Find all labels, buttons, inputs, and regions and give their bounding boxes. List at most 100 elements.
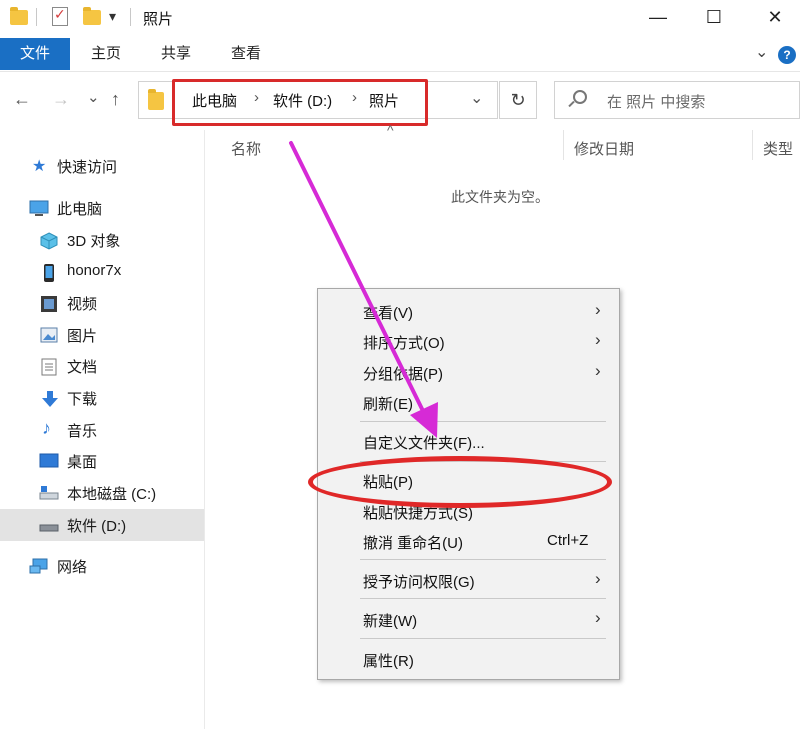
menu-item-customize-folder[interactable]: 自定义文件夹(F)... [318,427,619,457]
star-icon: ★ [32,158,47,175]
document-icon [41,358,59,376]
sidebar-item-drive-d[interactable]: 软件 (D:) [0,509,205,541]
film-icon [40,295,58,312]
menu-item-label: 撤消 重命名(U) [363,535,463,552]
menu-item-paste[interactable]: 粘贴(P) [318,466,619,496]
minimize-button[interactable]: — [635,0,681,34]
sidebar-item-label: 本地磁盘 (C:) [67,486,157,503]
recent-locations-dropdown[interactable]: ⌄ [87,88,100,106]
chevron-right-icon: › [595,361,601,380]
menu-item-label: 查看(V) [363,305,413,322]
column-header-type[interactable]: 类型 [763,138,793,159]
context-menu: 查看(V) › 排序方式(O) › 分组依据(P) › 刷新(E) 自定义文件夹… [317,288,620,680]
pane-divider[interactable] [204,130,205,729]
close-button[interactable]: ✕ [752,0,798,34]
chevron-right-icon[interactable]: › [352,89,357,106]
sidebar-item-label: 软件 (D:) [67,518,127,535]
drive-icon [39,517,59,533]
menu-item-view[interactable]: 查看(V) › [318,297,619,327]
search-input[interactable]: 在 照片 中搜索 [607,91,705,112]
maximize-button[interactable]: ☐ [691,0,737,34]
desktop-icon [39,453,59,469]
forward-button[interactable]: → [52,89,70,110]
menu-item-shortcut: Ctrl+Z [547,532,589,549]
divider [36,8,37,26]
sidebar-item-pictures[interactable]: 图片 [0,319,205,351]
title-bar: ▾ 照片 — ☐ ✕ [0,0,800,38]
sidebar-item-desktop[interactable]: 桌面 [0,445,205,477]
sidebar-item-label: 音乐 [67,423,98,440]
breadcrumb-drive-d[interactable]: 软件 (D:) [273,90,332,111]
properties-icon[interactable] [52,6,70,26]
menu-item-undo-rename[interactable]: 撤消 重命名(U) Ctrl+Z [318,527,619,557]
sidebar-item-honor7x[interactable]: honor7x [0,256,205,288]
drive-icon [39,485,59,501]
menu-item-sort-by[interactable]: 排序方式(O) › [318,327,619,357]
column-divider[interactable] [752,130,753,160]
back-button[interactable]: ← [13,89,31,110]
menu-item-properties[interactable]: 属性(R) [318,645,619,675]
sidebar-item-label: 桌面 [67,454,98,471]
up-button[interactable]: ↑ [111,89,120,110]
menu-item-label: 排序方式(O) [363,335,445,352]
phone-icon [42,264,60,282]
menu-separator [360,421,606,422]
menu-item-label: 自定义文件夹(F)... [363,435,485,452]
breadcrumb-this-pc[interactable]: 此电脑 [192,90,237,111]
tab-view[interactable]: 查看 [220,38,272,70]
empty-folder-message: 此文件夹为空。 [451,189,549,205]
sort-ascending-icon: ^ [387,122,394,138]
menu-item-paste-shortcut[interactable]: 粘贴快捷方式(S) [318,497,619,527]
download-icon [41,390,59,407]
menu-separator [360,559,606,560]
sidebar-item-network[interactable]: 网络 [0,550,205,582]
new-folder-icon[interactable] [83,7,101,26]
sidebar-item-music[interactable]: ♪ 音乐 [0,414,205,446]
menu-item-label: 粘贴快捷方式(S) [363,505,473,522]
picture-icon [40,327,58,343]
chevron-right-icon[interactable]: › [254,89,259,106]
menu-separator [360,638,606,639]
address-dropdown-icon[interactable]: ⌄ [470,88,483,108]
chevron-right-icon: › [595,330,601,349]
tab-home[interactable]: 主页 [80,38,132,70]
column-divider[interactable] [563,130,564,160]
menu-item-label: 粘贴(P) [363,474,413,491]
sidebar-item-this-pc[interactable]: 此电脑 [0,192,205,224]
sidebar-item-label: 网络 [57,559,88,576]
menu-item-new[interactable]: 新建(W) › [318,605,619,635]
chevron-right-icon: › [595,300,601,319]
window-title: 照片 [143,11,174,28]
network-icon [29,558,48,574]
ribbon: 文件 主页 共享 查看 ⌄ ? [0,38,800,72]
sidebar-item-label: 此电脑 [57,201,103,218]
tab-file[interactable]: 文件 [0,38,70,70]
menu-separator [360,461,606,462]
ribbon-expand-icon[interactable]: ⌄ [755,42,768,62]
sidebar-item-3d-objects[interactable]: 3D 对象 [0,224,205,256]
column-header-date-modified[interactable]: 修改日期 [574,138,634,159]
search-box[interactable]: 在 照片 中搜索 [554,81,800,119]
chevron-right-icon: › [595,608,601,627]
sidebar-item-drive-c[interactable]: 本地磁盘 (C:) [0,477,205,509]
quick-access-dropdown[interactable]: ▾ [109,8,116,25]
column-header-name[interactable]: 名称 [231,138,261,159]
menu-item-refresh[interactable]: 刷新(E) [318,388,619,418]
computer-icon [29,200,49,216]
navigation-pane: ★ 快速访问 此电脑 3D 对象 honor7x 视频 图片 文档 下载 ♪ 音… [0,130,205,729]
sidebar-item-quick-access[interactable]: ★ 快速访问 [0,150,205,182]
sidebar-item-label: 视频 [67,296,98,313]
menu-item-label: 授予访问权限(G) [363,574,475,591]
menu-item-group-by[interactable]: 分组依据(P) › [318,358,619,388]
tab-share[interactable]: 共享 [150,38,202,70]
sidebar-item-downloads[interactable]: 下载 [0,382,205,414]
sidebar-item-videos[interactable]: 视频 [0,287,205,319]
sidebar-item-documents[interactable]: 文档 [0,350,205,382]
help-icon[interactable]: ? [778,46,796,64]
menu-item-give-access[interactable]: 授予访问权限(G) › [318,566,619,596]
sidebar-item-label: honor7x [67,262,122,279]
refresh-button[interactable]: ↻ [499,81,537,119]
folder-icon [148,89,164,110]
sidebar-item-label: 快速访问 [57,159,118,176]
breadcrumb-photos[interactable]: 照片 [369,90,399,111]
